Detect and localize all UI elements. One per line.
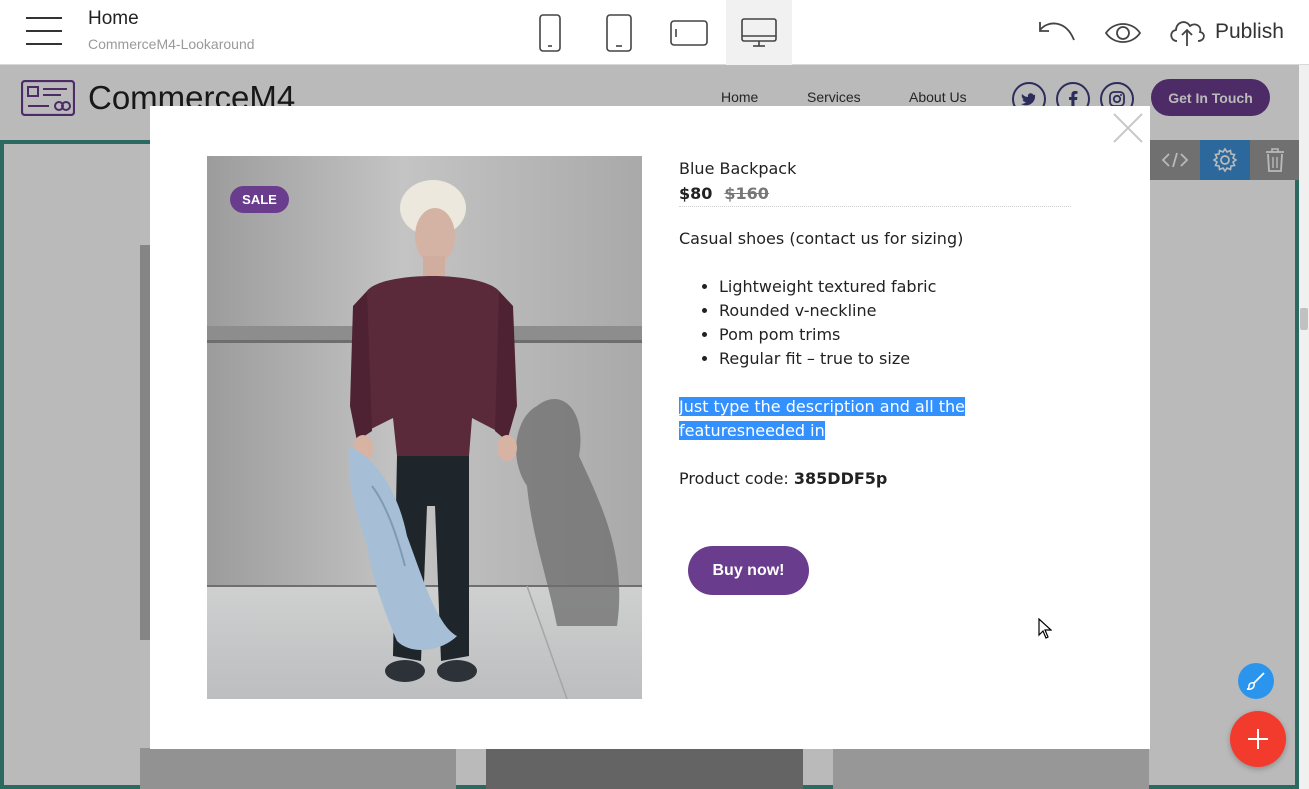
desktop-icon[interactable] (726, 0, 792, 65)
scrollbar[interactable] (1299, 65, 1309, 789)
selected-text-block[interactable]: Just type the description and all the fe… (679, 395, 971, 443)
price-new[interactable]: $80 (679, 184, 712, 203)
editor-toolbar: Home CommerceM4-Lookaround Publish (0, 0, 1309, 65)
selected-text-line: featuresneeded in (679, 421, 825, 440)
cloud-upload-icon (1170, 21, 1205, 46)
tablet-landscape-icon[interactable] (656, 0, 722, 65)
product-modal: SALE Blue Backpack $80 $160 Casual shoes… (150, 106, 1150, 749)
mobile-icon[interactable] (517, 0, 583, 65)
page-title[interactable]: Home (88, 8, 139, 30)
product-code-label: Product code: (679, 469, 789, 488)
brush-icon[interactable] (1238, 663, 1274, 699)
mouse-cursor-icon (1038, 617, 1053, 644)
product-image: SALE (207, 156, 642, 699)
tablet-icon[interactable] (586, 0, 652, 65)
sale-badge: SALE (230, 186, 289, 213)
product-description[interactable]: Casual shoes (contact us for sizing) (679, 227, 1071, 251)
price-row: $80 $160 (679, 181, 1071, 207)
product-info: Blue Backpack $80 $160 Casual shoes (con… (679, 156, 1071, 491)
buy-now-button[interactable]: Buy now! (688, 546, 809, 595)
hamburger-icon[interactable] (26, 17, 62, 45)
preview-eye-icon[interactable] (1104, 20, 1142, 50)
feature-list[interactable]: Lightweight textured fabric Rounded v-ne… (719, 275, 1071, 371)
undo-icon[interactable] (1036, 18, 1076, 48)
feature-item: Pom pom trims (719, 323, 1071, 347)
feature-item: Lightweight textured fabric (719, 275, 1071, 299)
product-code[interactable]: Product code: 385DDF5p (679, 467, 1071, 491)
publish-label: Publish (1215, 20, 1284, 43)
publish-button[interactable]: Publish (1168, 12, 1284, 52)
selected-text-line: Just type the description and all the (679, 397, 965, 416)
product-code-value: 385DDF5p (793, 469, 888, 488)
feature-item: Rounded v-neckline (719, 299, 1071, 323)
scrollbar-thumb[interactable] (1300, 308, 1308, 330)
product-name[interactable]: Blue Backpack (679, 157, 1071, 181)
plus-icon[interactable] (1230, 711, 1286, 767)
feature-item: Regular fit – true to size (719, 347, 1071, 371)
price-old[interactable]: $160 (724, 184, 769, 203)
close-icon[interactable] (1112, 112, 1144, 144)
project-name: CommerceM4-Lookaround (88, 36, 255, 52)
